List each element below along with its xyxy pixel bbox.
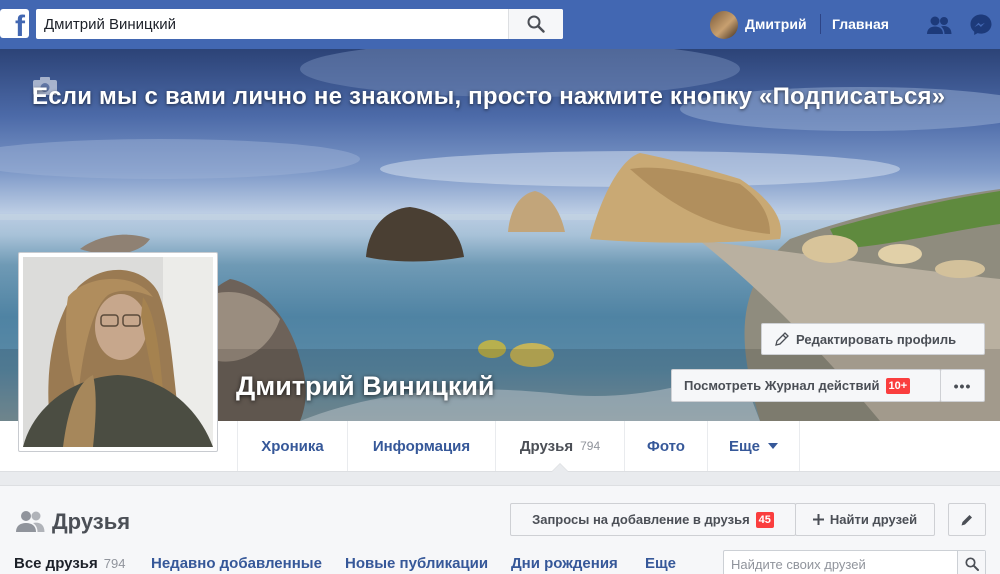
subnav-all-friends-label: Все друзья — [14, 555, 98, 572]
friend-requests-label: Запросы на добавление в друзья — [532, 512, 750, 527]
activity-log-button[interactable]: Посмотреть Журнал действий 10+ — [671, 369, 941, 402]
facebook-logo[interactable]: f — [0, 9, 29, 42]
profile-portrait — [23, 257, 213, 447]
subnav-new-posts[interactable]: Новые публикации — [345, 555, 488, 572]
subnav-all-friends[interactable]: Все друзья 794 — [14, 555, 125, 572]
edit-friends-button[interactable] — [948, 503, 986, 536]
tab-friends-label: Друзья — [519, 437, 574, 455]
tab-photos-label: Фото — [647, 437, 685, 455]
friend-search-input[interactable] — [724, 551, 954, 574]
friends-icon — [16, 511, 45, 532]
friends-panel: Друзья Запросы на добавление в друзья 45… — [0, 485, 1000, 574]
plus-icon — [812, 514, 824, 525]
friend-requests-badge: 45 — [755, 511, 774, 528]
messenger-icon — [970, 14, 992, 35]
profile-photo — [23, 257, 213, 447]
tab-timeline-label: Хроника — [261, 437, 324, 455]
tab-more-label: Еще — [728, 437, 760, 455]
profile-name[interactable]: Дмитрий Виницкий — [236, 371, 495, 402]
search-box — [36, 9, 563, 39]
edit-profile-button[interactable]: Редактировать профиль — [761, 323, 985, 355]
subnav-birthdays[interactable]: Дни рождения — [511, 555, 618, 572]
friend-search-button[interactable] — [957, 551, 985, 574]
subnav-recently-added[interactable]: Недавно добавленные — [151, 555, 322, 572]
find-friends-button[interactable]: Найти друзей — [795, 503, 935, 536]
caret-down-icon — [768, 443, 778, 449]
more-options-button[interactable]: ••• — [940, 369, 985, 402]
friend-requests-icon — [927, 16, 952, 34]
tab-timeline[interactable]: Хроника — [237, 421, 347, 471]
search-icon — [527, 15, 545, 33]
friends-title: Друзья — [52, 509, 131, 534]
messenger-button[interactable] — [968, 12, 994, 38]
more-dots-icon: ••• — [953, 377, 972, 394]
activity-log-badge: 10+ — [885, 377, 911, 394]
tab-about-label: Информация — [372, 437, 471, 455]
search-button[interactable] — [508, 9, 563, 39]
profile-picture[interactable] — [18, 252, 218, 452]
user-avatar[interactable] — [710, 11, 738, 39]
home-link[interactable]: Главная — [832, 16, 889, 32]
tab-photos[interactable]: Фото — [624, 421, 707, 471]
friend-requests-button[interactable] — [926, 12, 952, 38]
find-friends-label: Найти друзей — [829, 512, 918, 527]
subnav-all-friends-count: 794 — [103, 556, 126, 571]
search-input[interactable] — [36, 9, 506, 39]
tab-friends[interactable]: Друзья 794 — [495, 421, 624, 472]
edit-profile-label: Редактировать профиль — [796, 331, 957, 347]
tab-about[interactable]: Информация — [347, 421, 495, 471]
friend-requests-button[interactable]: Запросы на добавление в друзья 45 — [510, 503, 796, 536]
topbar-divider — [820, 14, 821, 34]
pencil-icon — [775, 332, 789, 346]
top-bar: f Дмитрий Главная — [0, 0, 1000, 49]
profile-link[interactable]: Дмитрий — [745, 16, 807, 32]
tab-more[interactable]: Еще — [707, 421, 800, 471]
pencil-icon — [961, 514, 972, 525]
subnav-more[interactable]: Еще — [645, 555, 676, 572]
friend-search-box — [723, 550, 986, 574]
activity-log-label: Посмотреть Журнал действий — [684, 378, 880, 393]
search-icon — [964, 557, 979, 571]
tab-friends-count: 794 — [580, 439, 601, 453]
cover-caption: Если мы с вами лично не знакомы, просто … — [32, 83, 946, 110]
